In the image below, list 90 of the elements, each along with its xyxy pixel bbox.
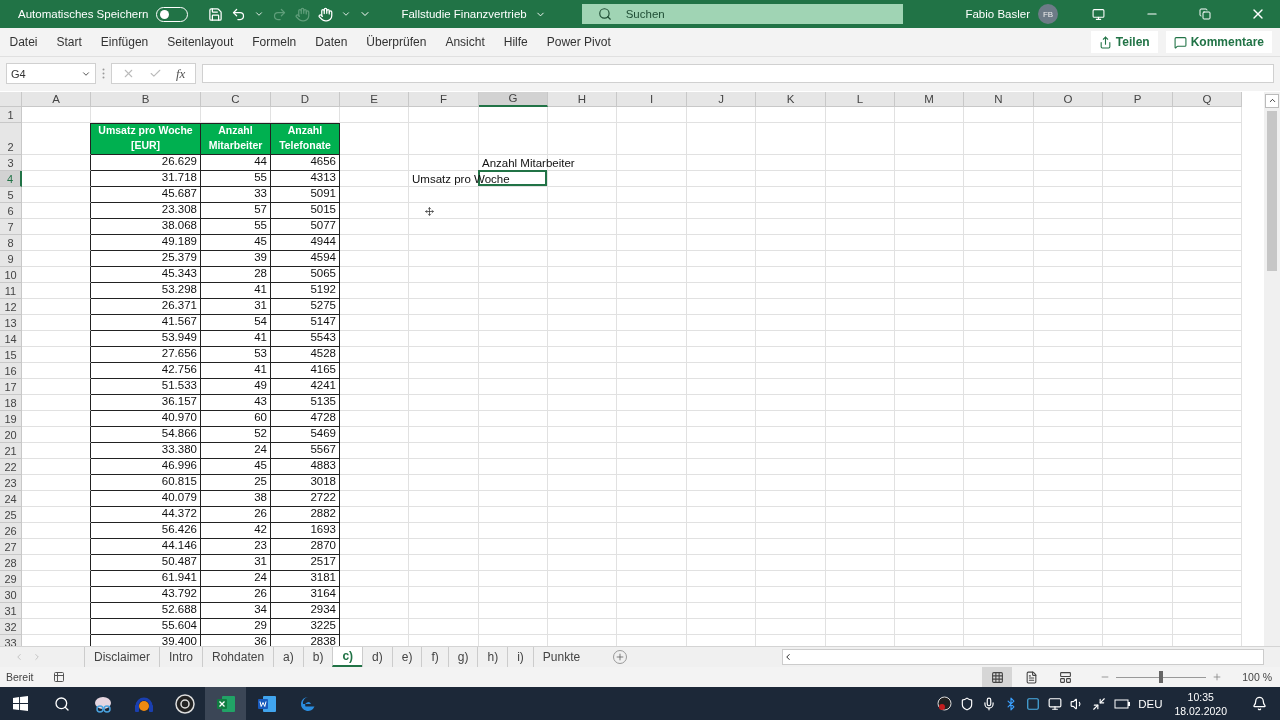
ribbon-tab[interactable]: Überprüfen (356, 28, 436, 56)
share-button[interactable]: Teilen (1090, 31, 1158, 53)
column-header[interactable]: H (548, 91, 617, 107)
column-header[interactable]: P (1103, 91, 1173, 107)
ring-icon (174, 693, 195, 714)
touch-icon[interactable] (318, 6, 334, 22)
search-icon (597, 7, 612, 21)
column-header[interactable]: D (271, 91, 340, 107)
ribbon-tab[interactable]: Formeln (242, 28, 306, 56)
document-icon (256, 694, 277, 713)
column-header[interactable]: B (91, 91, 201, 107)
zoom-in-icon[interactable] (1212, 672, 1223, 682)
autosave-label: Automatisches Speichern (18, 8, 149, 20)
next-sheet-icon[interactable] (32, 652, 42, 662)
ribbon-tab[interactable]: Datei (0, 28, 47, 56)
language-indicator[interactable]: DEU (1138, 697, 1163, 710)
sheet-tab[interactable]: c) (332, 647, 363, 667)
table-header-cell: Anzahl Telefonate (271, 122, 340, 155)
display-tray-icon[interactable] (1026, 696, 1041, 711)
more-icon (102, 68, 105, 80)
table-header-cell: Umsatz pro Woche [EUR] (91, 122, 201, 155)
undo-icon[interactable] (231, 6, 247, 22)
save-icon[interactable] (208, 6, 224, 22)
windows-icon (13, 696, 28, 711)
restore-icon (1198, 8, 1211, 20)
ribbon-tab[interactable]: Seitenlayout (157, 28, 243, 56)
column-header[interactable]: G (479, 91, 548, 107)
user-avatar[interactable]: FB (1038, 4, 1058, 24)
column-header[interactable]: M (895, 91, 964, 107)
column-header[interactable]: L (826, 91, 895, 107)
user-name: Fabio Basler (965, 8, 1030, 20)
ribbon-tab[interactable]: Einfügen (91, 28, 158, 56)
monitor-icon (1092, 7, 1105, 21)
share-icon (1098, 35, 1112, 49)
ribbon-tab[interactable]: Start (47, 28, 92, 56)
caret-icon[interactable] (341, 9, 352, 19)
redo-icon (272, 6, 288, 22)
macro-record-icon[interactable] (53, 671, 66, 683)
row-header[interactable]: 2 (0, 122, 22, 155)
plus-icon (615, 652, 626, 662)
column-header[interactable]: A (22, 91, 91, 107)
ribbon-tab[interactable]: Power Pivot (537, 28, 621, 56)
scroll-thumb[interactable] (1267, 110, 1277, 271)
caret-icon[interactable] (783, 652, 793, 662)
speech-bubble-icon (1173, 35, 1187, 49)
ribbon-tab[interactable]: Hilfe (494, 28, 538, 56)
normal-view-button[interactable] (982, 667, 1013, 687)
bell-icon (1252, 696, 1267, 711)
formula-input[interactable] (202, 64, 1274, 84)
ribbon-tab[interactable]: Daten (305, 28, 357, 56)
comments-button[interactable]: Kommentare (1165, 31, 1272, 53)
microphone-icon[interactable] (982, 696, 997, 711)
shield-icon[interactable] (960, 696, 975, 711)
recorder-tray-icon[interactable] (937, 696, 953, 711)
status-text: Bereit (6, 671, 34, 683)
network-icon[interactable] (1048, 696, 1063, 711)
move-cursor-icon (425, 206, 434, 216)
search-icon (53, 695, 70, 712)
scroll-up-button[interactable] (1265, 93, 1279, 108)
spreadsheet-icon (215, 694, 236, 713)
column-header[interactable]: O (1034, 91, 1103, 107)
column-header[interactable]: J (687, 91, 756, 107)
column-header[interactable]: C (201, 91, 271, 107)
column-header[interactable]: E (340, 91, 409, 107)
battery-icon[interactable] (1114, 698, 1131, 709)
column-header[interactable]: I (617, 91, 687, 107)
document-title[interactable]: Fallstudie Finanzvertrieb (401, 8, 527, 20)
cell-text: Anzahl Mitarbeiter (482, 156, 575, 169)
column-header[interactable]: F (409, 91, 479, 107)
previous-sheet-icon[interactable] (14, 652, 24, 662)
layout-icon (1058, 670, 1072, 684)
table-header-cell: Anzahl Mitarbeiter (201, 122, 271, 155)
zoom-level[interactable]: 100 % (1242, 671, 1272, 683)
name-box[interactable]: G4 (6, 63, 96, 85)
search-field[interactable]: Suchen (581, 4, 903, 24)
browser-icon (298, 694, 317, 713)
column-header[interactable]: K (756, 91, 826, 107)
ribbon-tab[interactable]: Ansicht (435, 28, 495, 56)
column-header[interactable]: Q (1173, 91, 1242, 107)
select-all-corner[interactable] (0, 91, 22, 107)
hand-icon (295, 6, 311, 22)
page-icon (1024, 670, 1038, 684)
horizontal-scrollbar[interactable] (782, 649, 1264, 665)
insert-function-button[interactable]: fx (176, 65, 186, 82)
caret-icon[interactable] (254, 9, 265, 19)
spreadsheet-app-icon[interactable] (205, 687, 246, 720)
grid-icon (990, 670, 1004, 684)
column-header[interactable]: N (964, 91, 1034, 107)
clock[interactable]: 10:35 18.02.2020 (1162, 689, 1239, 718)
zoom-slider-thumb[interactable] (1159, 670, 1164, 683)
